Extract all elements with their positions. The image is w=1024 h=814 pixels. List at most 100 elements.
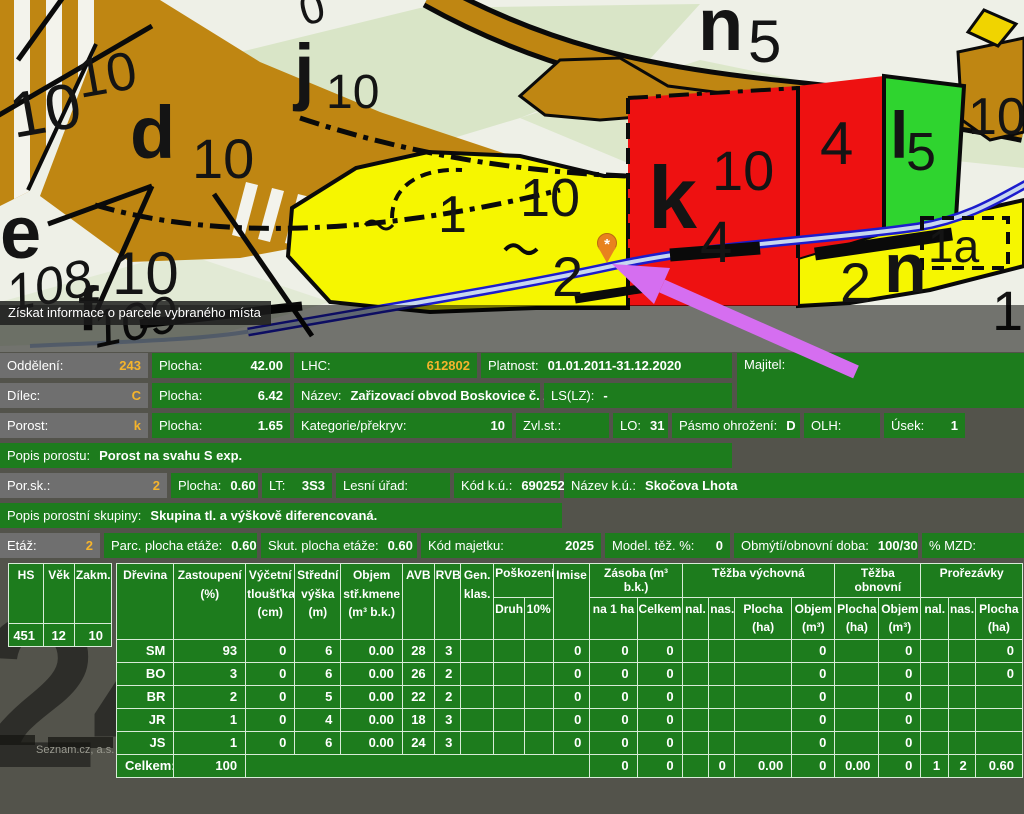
field-pasmo: Pásmo ohrožení:D xyxy=(672,413,800,438)
col-header-objem-kmene: Objem stř.kmene (m³ b.k.) xyxy=(341,564,402,640)
col-header-vycetni: Výčetní tloušťka (cm) xyxy=(246,564,295,640)
cell-avb: 22 xyxy=(402,685,434,708)
cell-drevina: BO xyxy=(117,662,174,685)
value: Zařizovací obvod Boskovice č. 2 xyxy=(350,388,550,403)
cell-plocha-pror xyxy=(975,731,1022,754)
cell-druh xyxy=(494,685,525,708)
value: 10 xyxy=(491,418,505,433)
map-label: 2 xyxy=(552,245,583,308)
field-olh: OLH: xyxy=(804,413,880,438)
value: 612802 xyxy=(427,358,470,373)
stand-summary-table: HS Věk Zakm. 451 12 10 xyxy=(8,563,112,647)
value: 243 xyxy=(119,358,141,373)
col-header-vek: Věk xyxy=(44,564,75,624)
cell-nas-pror xyxy=(949,662,976,685)
value: 1.65 xyxy=(258,418,283,433)
cell-zakm: 10 xyxy=(74,624,111,647)
field-dilec: Dílec:C xyxy=(0,383,148,408)
label: Plocha: xyxy=(159,358,202,373)
cell-plocha-obn: 0.00 xyxy=(835,754,879,777)
value: 100/30 xyxy=(878,538,918,553)
value: 0.60 xyxy=(230,478,255,493)
cell-gen xyxy=(461,639,494,662)
label: Plocha: xyxy=(159,388,202,403)
label: Parc. plocha etáže: xyxy=(111,538,222,553)
cell-plocha-obn xyxy=(835,639,879,662)
cell-celkem: 0 xyxy=(637,685,682,708)
col-header-nal-vych: nal. xyxy=(682,597,709,639)
cell-plocha-vych xyxy=(734,639,791,662)
col-header-nal-pror: nal. xyxy=(921,597,949,639)
group-header-zasoba: Zásoba (m³ b.k.) xyxy=(590,564,682,598)
cell-hs: 451 xyxy=(9,624,44,647)
col-header-druh: Druh xyxy=(494,597,525,639)
map-label: k xyxy=(648,148,698,247)
group-header-prorezavky: Prořezávky xyxy=(921,564,1023,598)
field-platnost: Platnost:01.01.2011-31.12.2020 xyxy=(481,353,732,378)
cell-celkem: 0 xyxy=(637,639,682,662)
cell-plocha-pror: 0 xyxy=(975,662,1022,685)
label: LT: xyxy=(269,478,285,493)
col-header-na1ha: na 1 ha xyxy=(590,597,637,639)
map-dark-feature xyxy=(0,735,35,745)
field-nazev-ku: Název k.ú.:Skočova Lhota xyxy=(564,473,1024,498)
map-label: 4 xyxy=(820,110,853,177)
cell-objem-vych: 0 xyxy=(792,754,835,777)
cell-nas-vych xyxy=(709,639,735,662)
group-header-tezba-vychovna: Těžba výchovná xyxy=(682,564,835,598)
value: Skupina tl. a výškově diferencovaná. xyxy=(150,508,377,523)
value: 42.00 xyxy=(250,358,283,373)
field-nazev: Název:Zařizovací obvod Boskovice č. 2 xyxy=(294,383,540,408)
table-row: 451 12 10 xyxy=(9,624,112,647)
value: 2 xyxy=(153,478,160,493)
field-lhc: LHC:612802 xyxy=(294,353,477,378)
cell-imise: 0 xyxy=(553,708,590,731)
col-header-drevina: Dřevina xyxy=(117,564,174,640)
cell-drevina: JR xyxy=(117,708,174,731)
cell-na1ha: 0 xyxy=(590,754,637,777)
cell-imise: 0 xyxy=(553,685,590,708)
value: D xyxy=(786,418,795,433)
field-plocha-porsk: Plocha:0.60 xyxy=(171,473,258,498)
cell-zastoupeni: 93 xyxy=(174,639,246,662)
col-header-zastoupeni: Zastoupení (%) xyxy=(174,564,246,640)
species-row: BO3060.00262000000 xyxy=(117,662,1023,685)
field-zvlst: Zvl.st.: xyxy=(516,413,609,438)
group-header-poskozeni: Poškození xyxy=(494,564,553,598)
field-porsk: Por.sk.:2 xyxy=(0,473,167,498)
col-header-celkem: Celkem xyxy=(637,597,682,639)
cell-vycetni: 0 xyxy=(246,685,295,708)
cell-avb: 26 xyxy=(402,662,434,685)
label: Kategorie/překryv: xyxy=(301,418,407,433)
col-header-objem-vych: Objem (m³) xyxy=(792,597,835,639)
value: 0.60 xyxy=(388,538,413,553)
map-label: n xyxy=(698,0,743,66)
value: 0.60 xyxy=(231,538,256,553)
cell-zastoupeni: 3 xyxy=(174,662,246,685)
cell-pct10 xyxy=(524,685,553,708)
cell-plocha-obn xyxy=(835,708,879,731)
cell-plocha-vych xyxy=(734,685,791,708)
cell-nal-vych xyxy=(682,662,709,685)
cell-rvb: 3 xyxy=(434,639,461,662)
cell-nal-pror: 1 xyxy=(921,754,949,777)
label: Etáž: xyxy=(7,538,37,553)
label: Úsek: xyxy=(891,418,924,433)
value: k xyxy=(134,418,141,433)
label: Oddělení: xyxy=(7,358,63,373)
label: LO: xyxy=(620,418,641,433)
cell-nas-pror xyxy=(949,731,976,754)
cell-avb: 28 xyxy=(402,639,434,662)
field-majitel: Majitel: xyxy=(737,353,1024,408)
cell-rvb: 3 xyxy=(434,708,461,731)
map-canvas[interactable]: 10 10 d 10 j 10 n 5 10 1 2 10 e 108 f 10… xyxy=(0,0,1024,352)
col-header-hs: HS xyxy=(9,564,44,624)
cell-pct10 xyxy=(524,639,553,662)
map-label: d xyxy=(130,91,175,174)
map-label: 1 xyxy=(438,186,467,244)
label: Majitel: xyxy=(744,357,785,372)
value: 1 xyxy=(951,418,958,433)
cell-plocha-pror: 0 xyxy=(975,639,1022,662)
cell-celkem: 0 xyxy=(637,708,682,731)
map-label: 5 xyxy=(748,8,781,75)
